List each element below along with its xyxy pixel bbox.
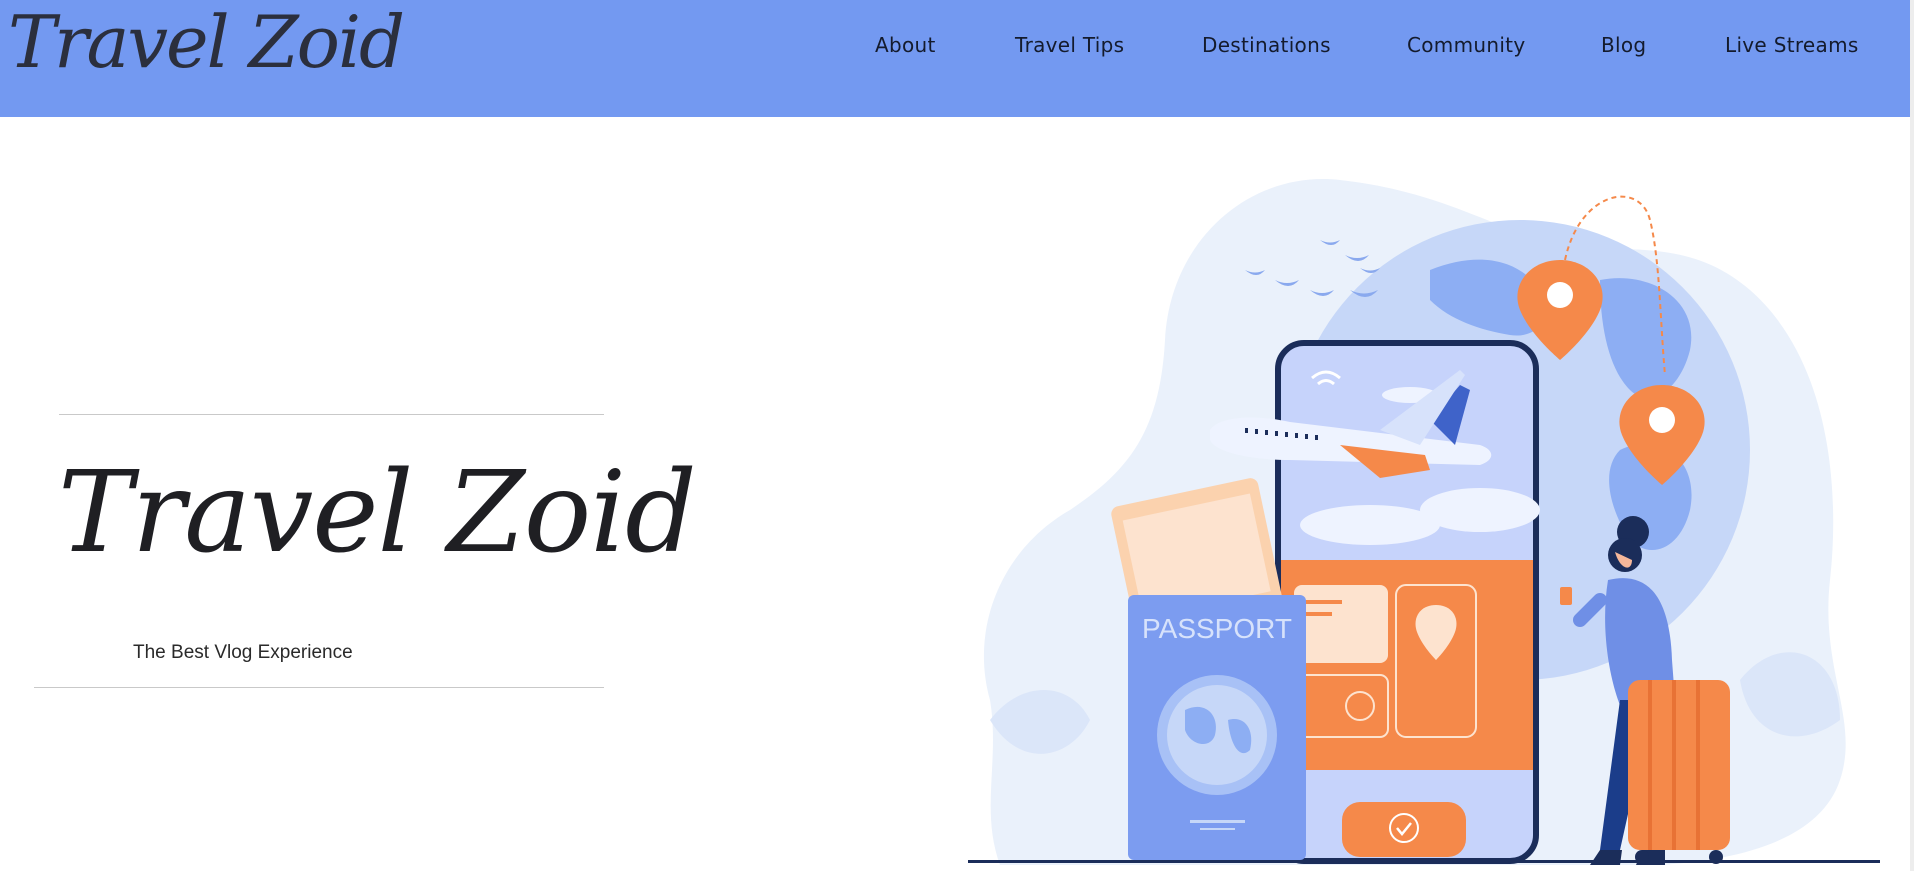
- hero-title: Travel Zoid: [58, 448, 697, 578]
- nav-links: About Travel Tips Destinations Community…: [0, 30, 1914, 60]
- nav-link-destinations[interactable]: Destinations: [1202, 30, 1331, 60]
- navbar: Travel Zoid About Travel Tips Destinatio…: [0, 0, 1910, 117]
- nav-link-travel-tips[interactable]: Travel Tips: [1015, 30, 1124, 60]
- page-scrollbar[interactable]: [1910, 0, 1914, 871]
- hero-bottom-divider: [34, 687, 604, 688]
- suitcase-icon: [1628, 680, 1730, 864]
- nav-link-about[interactable]: About: [875, 30, 936, 60]
- hero-subtitle: The Best Vlog Experience: [133, 642, 353, 663]
- passport-label: PASSPORT: [1142, 613, 1292, 644]
- nav-link-blog[interactable]: Blog: [1601, 30, 1646, 60]
- ground-line: [968, 860, 1880, 863]
- hero-top-divider: [59, 414, 604, 415]
- travel-illustration: PASSPORT: [960, 160, 1880, 871]
- nav-link-live-streams[interactable]: Live Streams: [1725, 30, 1859, 60]
- nav-link-community[interactable]: Community: [1407, 30, 1525, 60]
